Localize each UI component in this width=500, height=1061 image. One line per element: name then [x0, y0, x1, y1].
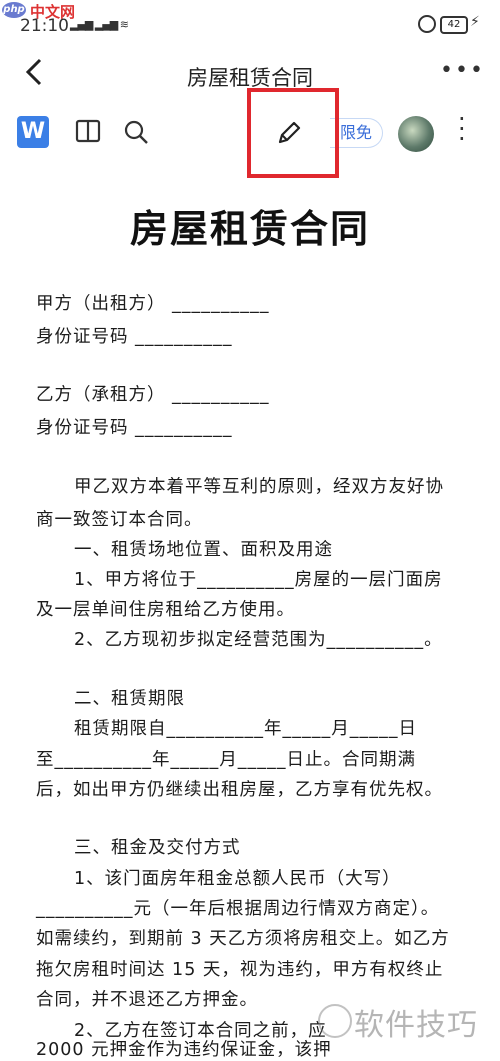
text-line: 拖欠房租时间达 15 天，视为违约，甲方有权终止	[36, 960, 444, 980]
highlight-box	[247, 88, 339, 178]
status-time: 21:10	[20, 16, 69, 36]
text-line: 2、乙方现初步拟定经营范围为__________。	[74, 630, 443, 650]
text-line: 至__________年_____月_____日止。合同期满	[36, 750, 416, 770]
document-body: 房屋租赁合同 甲方（出租方） __________ 身份证号码 ________…	[0, 170, 500, 1060]
watermark-logo-icon	[318, 1004, 352, 1038]
text-line: 2000 元押金作为违约保证金，该押	[36, 1040, 332, 1060]
text-line: 甲方（出租方） __________	[36, 294, 270, 314]
more-options-icon[interactable]: •••	[440, 58, 485, 83]
charging-icon: ⚡	[470, 14, 480, 30]
reading-mode-icon[interactable]	[75, 118, 101, 144]
text-line: 后，如出甲方仍继续出租房屋，乙方享有优先权。	[36, 780, 443, 800]
kebab-menu-icon[interactable]: · · ·	[458, 107, 466, 151]
text-line: 1、甲方将位于__________房屋的一层门面房	[74, 570, 443, 590]
text-line: 1、该门面房年租金总额人民币（大写）	[74, 869, 401, 889]
text-line: 身份证号码 __________	[36, 327, 233, 347]
status-bar: php 中文网 21:10 ▂▄▆ ▂▄▆ ≋ 42 ⚡	[0, 0, 500, 44]
text-line: 商一致签订本合同。	[36, 510, 203, 530]
battery-icon: 42	[440, 16, 468, 34]
document-title: 房屋租赁合同	[129, 207, 370, 251]
text-line: 租赁期限自__________年_____月_____日	[74, 719, 417, 739]
text-line: 三、租金及交付方式	[74, 838, 241, 858]
text-line: 一、租赁场地位置、面积及用途	[74, 540, 333, 560]
alarm-icon	[418, 15, 436, 33]
text-line: 二、租赁期限	[74, 689, 185, 709]
text-line: 甲乙双方本着平等互利的原则，经双方友好协	[74, 477, 444, 497]
text-line: 合同，并不退还乙方押金。	[36, 990, 258, 1010]
text-line: 身份证号码 __________	[36, 418, 233, 438]
text-line: 及一层单间住房租给乙方使用。	[36, 600, 295, 620]
watermark-bottom-text: 软件技巧	[354, 1008, 478, 1043]
text-line: __________元（一年后根据周边行情双方商定）。	[36, 899, 440, 919]
text-line: 如需续约，到期前 3 天乙方须将房租交上。如乙方	[36, 929, 450, 949]
search-icon[interactable]	[122, 118, 150, 146]
wps-logo-icon[interactable]: W	[17, 116, 49, 148]
avatar[interactable]	[398, 116, 434, 152]
text-line: 乙方（承租方） __________	[36, 385, 270, 405]
signal-icon: ▂▄▆ ▂▄▆ ≋	[70, 18, 129, 31]
